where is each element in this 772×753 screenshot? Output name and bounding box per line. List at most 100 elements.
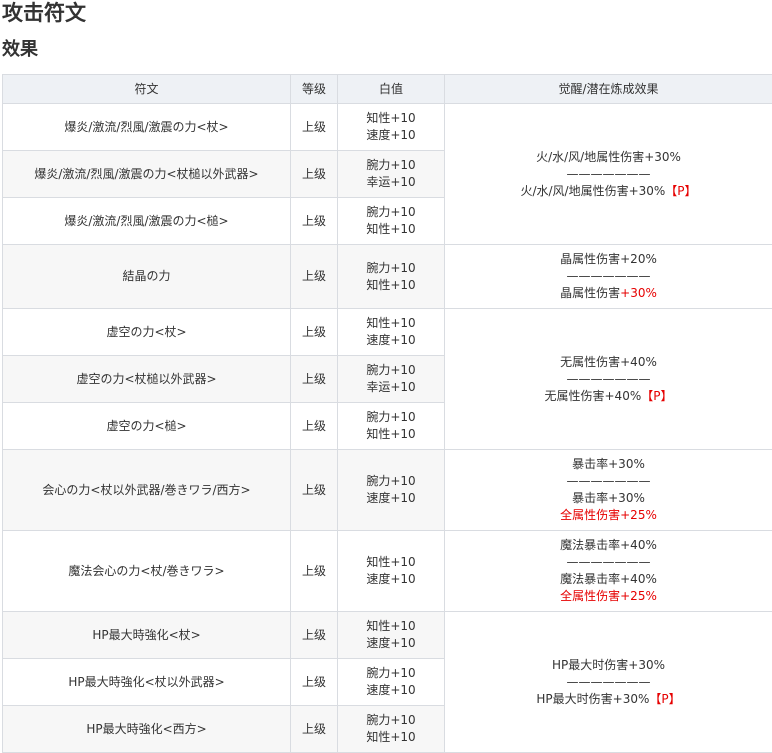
table-body: 爆炎/激流/烈風/激震の力<杖>上级知性+10速度+10火/水/风/地属性伤害+…: [3, 104, 772, 753]
stat-line: 知性+10: [342, 315, 440, 332]
effect-line: 全属性伤害+25%: [449, 588, 768, 605]
effect-highlight: 【P】: [641, 389, 672, 403]
stat-line: 速度+10: [342, 332, 440, 349]
stat-line: 知性+10: [342, 618, 440, 635]
rune-name-cell: 虚空の力<杖>: [3, 309, 291, 356]
rune-level-cell: 上级: [291, 612, 338, 659]
effect-line: 魔法暴击率+40%: [449, 537, 768, 554]
rune-level-cell: 上级: [291, 104, 338, 151]
stat-line: 知性+10: [342, 554, 440, 571]
column-header-rune: 符文: [3, 75, 291, 104]
stat-line: 知性+10: [342, 110, 440, 127]
stat-line: 知性+10: [342, 426, 440, 443]
effect-text: 暴击率+30%: [572, 491, 645, 505]
effect-line: ———————: [449, 371, 768, 388]
rune-name-cell: 爆炎/激流/烈風/激震の力<杖槌以外武器>: [3, 151, 291, 198]
effect-line: 晶属性伤害+30%: [449, 285, 768, 302]
stat-line: 知性+10: [342, 729, 440, 746]
stat-line: 速度+10: [342, 127, 440, 144]
effect-text: 无属性伤害+40%: [545, 389, 642, 403]
effect-text: ———————: [567, 555, 651, 569]
effect-text: 魔法暴击率+40%: [560, 572, 657, 586]
rune-stats-cell: 腕力+10幸运+10: [338, 151, 445, 198]
effect-cell: 无属性伤害+40%———————无属性伤害+40%【P】: [445, 309, 772, 450]
rune-stats-cell: 知性+10速度+10: [338, 531, 445, 612]
effect-text: 无属性伤害+40%: [560, 355, 657, 369]
rune-name-cell: HP最大時強化<杖以外武器>: [3, 659, 291, 706]
page: 攻击符文 效果 符文 等级 白值 觉醒/潜在炼成效果 爆炎/激流/烈風/激震の力…: [0, 0, 772, 751]
effect-text: 暴击率+30%: [572, 457, 645, 471]
rune-level-cell: 上级: [291, 706, 338, 753]
stat-line: 腕力+10: [342, 260, 440, 277]
rune-name-cell: 爆炎/激流/烈風/激震の力<槌>: [3, 198, 291, 245]
stat-line: 腕力+10: [342, 712, 440, 729]
effect-line: 火/水/风/地属性伤害+30%【P】: [449, 183, 768, 200]
effect-cell: 火/水/风/地属性伤害+30%———————火/水/风/地属性伤害+30%【P】: [445, 104, 772, 245]
rune-level-cell: 上级: [291, 403, 338, 450]
effect-text: 晶属性伤害+20%: [560, 252, 657, 266]
stat-line: 腕力+10: [342, 157, 440, 174]
effect-text: 魔法暴击率+40%: [560, 538, 657, 552]
stat-line: 腕力+10: [342, 362, 440, 379]
stat-line: 速度+10: [342, 571, 440, 588]
rune-level-cell: 上级: [291, 356, 338, 403]
rune-stats-cell: 腕力+10速度+10: [338, 450, 445, 531]
effect-line: 魔法暴击率+40%: [449, 571, 768, 588]
effect-line: ———————: [449, 554, 768, 571]
table-row: 虚空の力<杖>上级知性+10速度+10无属性伤害+40%———————无属性伤害…: [3, 309, 772, 356]
rune-table: 符文 等级 白值 觉醒/潜在炼成效果 爆炎/激流/烈風/激震の力<杖>上级知性+…: [2, 74, 772, 753]
effect-text: 晶属性伤害: [560, 286, 620, 300]
effect-line: 无属性伤害+40%: [449, 354, 768, 371]
effect-cell: 魔法暴击率+40% ——————— 魔法暴击率+40% 全属性伤害+25%: [445, 531, 772, 612]
rune-level-cell: 上级: [291, 309, 338, 356]
effect-text: ———————: [567, 372, 651, 386]
effect-line: 火/水/风/地属性伤害+30%: [449, 149, 768, 166]
rune-stats-cell: 腕力+10幸运+10: [338, 356, 445, 403]
rune-stats-cell: 知性+10速度+10: [338, 612, 445, 659]
effect-text: ———————: [567, 269, 651, 283]
stat-line: 速度+10: [342, 635, 440, 652]
table-header-row: 符文 等级 白值 觉醒/潜在炼成效果: [3, 75, 772, 104]
table-row: 爆炎/激流/烈風/激震の力<杖>上级知性+10速度+10火/水/风/地属性伤害+…: [3, 104, 772, 151]
effect-line: ———————: [449, 166, 768, 183]
effect-text: HP最大时伤害+30%: [536, 692, 649, 706]
page-title: 攻击符文: [2, 0, 86, 26]
effect-highlight: 全属性伤害+25%: [560, 589, 657, 603]
table-row: 魔法会心の力<杖/巻きワラ>上级知性+10速度+10魔法暴击率+40%—————…: [3, 531, 772, 612]
effect-text: 火/水/风/地属性伤害+30%: [520, 184, 665, 198]
rune-level-cell: 上级: [291, 659, 338, 706]
section-title: 效果: [2, 38, 38, 62]
effect-highlight: +30%: [620, 286, 657, 300]
effect-line: 晶属性伤害+20%: [449, 251, 768, 268]
rune-stats-cell: 腕力+10知性+10: [338, 403, 445, 450]
effect-line: ———————: [449, 268, 768, 285]
effect-text: ———————: [567, 474, 651, 488]
rune-stats-cell: 知性+10速度+10: [338, 104, 445, 151]
effect-cell: 晶属性伤害+20% ——————— 晶属性伤害+30%: [445, 245, 772, 309]
effect-line: HP最大时伤害+30%【P】: [449, 691, 768, 708]
stat-line: 知性+10: [342, 221, 440, 238]
rune-name-cell: 会心の力<杖以外武器/巻きワラ/西方>: [3, 450, 291, 531]
effect-highlight: 全属性伤害+25%: [560, 508, 657, 522]
column-header-level: 等级: [291, 75, 338, 104]
effect-highlight: 【P】: [665, 184, 696, 198]
rune-level-cell: 上级: [291, 245, 338, 309]
effect-line: HP最大时伤害+30%: [449, 657, 768, 674]
effect-line: 无属性伤害+40%【P】: [449, 388, 768, 405]
effect-line: 全属性伤害+25%: [449, 507, 768, 524]
rune-name-cell: 爆炎/激流/烈風/激震の力<杖>: [3, 104, 291, 151]
rune-level-cell: 上级: [291, 151, 338, 198]
rune-name-cell: 虚空の力<杖槌以外武器>: [3, 356, 291, 403]
rune-stats-cell: 腕力+10速度+10: [338, 659, 445, 706]
effect-line: ———————: [449, 674, 768, 691]
stat-line: 速度+10: [342, 682, 440, 699]
effect-line: 暴击率+30%: [449, 490, 768, 507]
stat-line: 腕力+10: [342, 665, 440, 682]
table-row: 会心の力<杖以外武器/巻きワラ/西方>上级腕力+10速度+10暴击率+30%——…: [3, 450, 772, 531]
effect-line: 暴击率+30%: [449, 456, 768, 473]
stat-line: 腕力+10: [342, 204, 440, 221]
effect-cell: HP最大时伤害+30%———————HP最大时伤害+30%【P】: [445, 612, 772, 753]
column-header-effect: 觉醒/潜在炼成效果: [445, 75, 772, 104]
stat-line: 知性+10: [342, 277, 440, 294]
rune-level-cell: 上级: [291, 198, 338, 245]
